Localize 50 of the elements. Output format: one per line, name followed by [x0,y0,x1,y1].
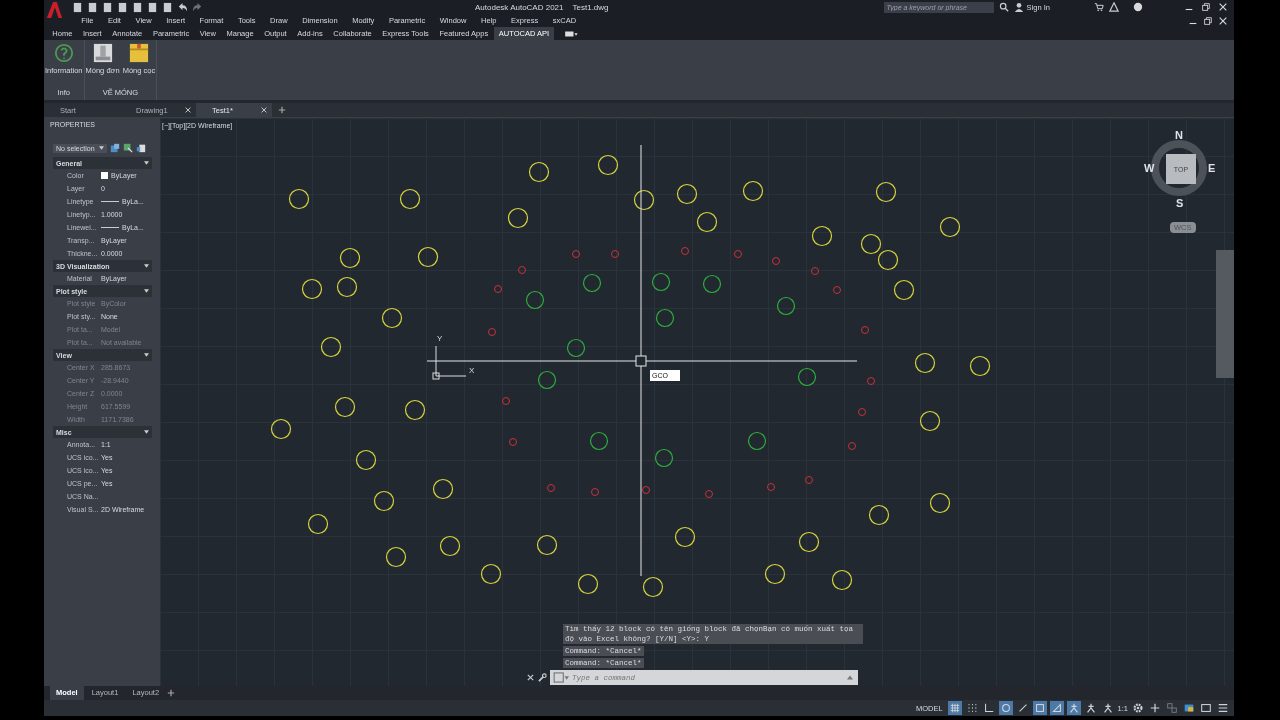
toggle-pickadd-icon[interactable] [110,143,120,153]
caret-icon [144,430,149,434]
plus-icon[interactable] [1148,701,1162,715]
file-title: Test1.dwg [572,2,609,12]
compass-label[interactable]: W [1144,162,1155,174]
add-tab-icon[interactable] [278,106,286,114]
axis-label: X [469,366,475,375]
compass-label[interactable]: E [1208,162,1216,174]
cart-icon[interactable] [1093,2,1104,12]
color-swatch [101,172,108,179]
line-sample [101,201,119,202]
caret-icon [144,353,149,357]
app-title: Autodesk AutoCAD 2021 [475,2,564,12]
restore-icon[interactable] [1201,2,1211,12]
settings-icon[interactable] [1131,701,1145,715]
menu-icon[interactable] [1216,701,1230,715]
quick-select-icon[interactable] [136,143,146,153]
logo-icon[interactable] [45,1,63,19]
redo-icon[interactable] [192,1,203,13]
triangle-icon[interactable] [1108,2,1119,12]
search-icon[interactable] [998,2,1009,12]
close-icon[interactable] [260,106,268,114]
close-icon[interactable] [526,673,535,682]
wrench-icon[interactable] [538,673,547,682]
fullscreen-icon[interactable] [1199,701,1213,715]
line-sample [101,227,119,228]
select-objects-icon[interactable] [123,143,133,153]
grid-icon[interactable] [947,701,962,715]
close-icon[interactable] [1218,2,1228,12]
file-icon[interactable] [72,1,83,13]
caret-icon [144,264,149,268]
caret-icon [99,146,104,150]
polar-icon[interactable] [998,701,1013,715]
axis-label: Y [437,334,443,343]
pile-cap-icon [128,43,149,63]
caret-icon [144,289,149,293]
compass-label[interactable]: N [1175,129,1183,141]
close-icon[interactable] [184,106,192,114]
person-icon[interactable] [1066,701,1081,715]
compass-label[interactable]: S [1176,197,1184,209]
caret-icon[interactable] [845,670,858,685]
footing-icon [92,43,113,63]
snap-square-icon[interactable] [1032,701,1047,715]
close-icon[interactable] [1218,15,1228,26]
restore-icon[interactable] [1203,15,1213,26]
undo-icon[interactable] [177,1,188,13]
user-icon [1013,2,1024,12]
add-layout-icon[interactable] [167,689,176,697]
ucs-icon [432,345,467,380]
caret-icon [144,161,149,165]
